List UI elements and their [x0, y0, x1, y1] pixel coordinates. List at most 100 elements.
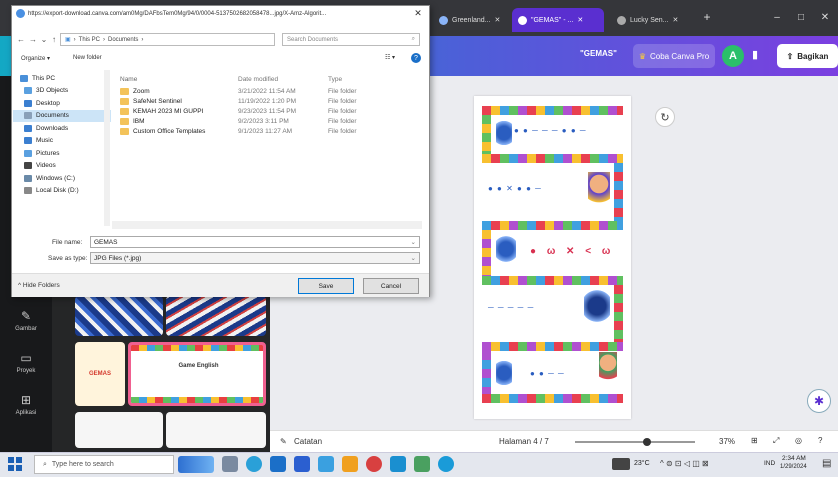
- dialog-close-button[interactable]: ✕: [408, 6, 428, 21]
- tree-scrollbar[interactable]: [104, 70, 110, 226]
- column-header-name[interactable]: Name: [120, 76, 238, 83]
- tree-item-pictures[interactable]: Pictures: [13, 147, 111, 160]
- breadcrumb-this-pc[interactable]: This PC: [79, 37, 100, 43]
- column-header-date[interactable]: Date modified: [238, 76, 328, 83]
- back-arrow-icon[interactable]: ←: [16, 33, 26, 46]
- template-thumbnail[interactable]: [75, 412, 163, 448]
- file-explorer-icon[interactable]: [318, 456, 334, 472]
- avatar[interactable]: A: [722, 45, 744, 67]
- tree-item-music[interactable]: Music: [13, 135, 111, 148]
- template-thumbnail[interactable]: [75, 296, 163, 336]
- search-documents-input[interactable]: Search Documents ⌕: [282, 33, 420, 46]
- template-thumbnail[interactable]: GEMAS: [75, 342, 125, 406]
- language-indicator[interactable]: IND: [764, 460, 775, 467]
- up-arrow-icon[interactable]: ↑: [49, 33, 59, 46]
- tree-item-label: This PC: [32, 74, 56, 82]
- file-row[interactable]: IBM 9/2/2023 3:11 PM File folder: [120, 116, 420, 126]
- tree-item-desktop[interactable]: Desktop: [13, 97, 111, 110]
- maximize-button[interactable]: □: [790, 8, 812, 26]
- document-title[interactable]: "GEMAS": [580, 49, 617, 58]
- breadcrumb-documents[interactable]: Documents: [108, 37, 138, 43]
- cancel-button[interactable]: Cancel: [363, 278, 419, 294]
- forward-arrow-icon[interactable]: →: [28, 33, 38, 46]
- tab-close-icon[interactable]: ✕: [577, 16, 583, 24]
- app-icon[interactable]: [414, 456, 430, 472]
- close-window-button[interactable]: ✕: [814, 8, 836, 26]
- fullscreen-icon[interactable]: ⤢: [773, 436, 779, 446]
- help-circle-icon[interactable]: ?: [818, 436, 822, 445]
- board-column: [482, 230, 491, 276]
- app-icon[interactable]: [342, 456, 358, 472]
- help-icon[interactable]: ?: [411, 53, 421, 63]
- save-button[interactable]: Save: [298, 278, 354, 294]
- file-name-input[interactable]: GEMAS ⌄: [90, 236, 420, 248]
- temperature[interactable]: 23°C: [634, 460, 650, 467]
- tree-item-3d-objects[interactable]: 3D Objects: [13, 85, 111, 98]
- zoom-slider-thumb[interactable]: [643, 438, 651, 446]
- clock-time[interactable]: 2:34 AM: [782, 455, 806, 462]
- weather-widget-icon[interactable]: [178, 456, 214, 473]
- edge-browser-icon[interactable]: [246, 456, 262, 472]
- taskbar-search-placeholder: Type here to search: [51, 461, 114, 468]
- weather-icon[interactable]: [612, 458, 630, 470]
- save-type-select[interactable]: JPG Files (*.jpg) ⌄: [90, 252, 420, 264]
- clock-date[interactable]: 1/29/2024: [780, 464, 807, 470]
- store-icon[interactable]: [270, 456, 286, 472]
- rail-item-projects[interactable]: ▭ Proyek: [0, 342, 52, 382]
- tree-item-local-disk-d[interactable]: Local Disk (D:): [13, 185, 111, 198]
- template-thumbnail[interactable]: [166, 296, 266, 336]
- grid-view-icon[interactable]: ⊞: [751, 436, 758, 445]
- tray-icons[interactable]: ^ ⊜ ⊡ ◁ ◫ ⊠: [660, 459, 709, 468]
- new-tab-button[interactable]: +: [696, 8, 718, 26]
- page-indicator[interactable]: Halaman 4 / 7: [499, 437, 549, 446]
- tab-close-icon[interactable]: ✕: [673, 16, 679, 24]
- tree-item-this-pc[interactable]: This PC: [13, 72, 111, 85]
- notes-icon[interactable]: ✎: [280, 437, 287, 446]
- insights-chart-icon[interactable]: ▮: [752, 48, 766, 62]
- new-folder-button[interactable]: New folder: [73, 55, 102, 61]
- address-bar[interactable]: ▣ › This PC › Documents ›: [60, 33, 275, 46]
- task-view-icon[interactable]: [222, 456, 238, 472]
- settings-icon[interactable]: ◎: [795, 436, 802, 445]
- refresh-icon[interactable]: ↻: [655, 107, 675, 127]
- windows-start-icon[interactable]: [8, 457, 22, 471]
- share-button[interactable]: ⇧ Bagikan: [777, 44, 838, 68]
- hide-folders-toggle[interactable]: ^ Hide Folders: [18, 282, 60, 289]
- browser-tab-gemas[interactable]: "GEMAS" - ... ✕: [512, 8, 604, 32]
- browser-tab-greenland[interactable]: Greenland... ✕: [433, 8, 505, 32]
- file-row[interactable]: SafeNet Sentinel 11/19/2022 1:20 PM File f…: [120, 96, 420, 106]
- file-row[interactable]: Zoom 3/21/2022 11:54 AM File folder: [120, 86, 420, 96]
- template-thumbnail[interactable]: [166, 412, 266, 448]
- rail-item-draw[interactable]: ✎ Gambar: [0, 300, 52, 340]
- column-header-type[interactable]: Type: [328, 76, 388, 83]
- zoom-slider[interactable]: [575, 441, 695, 443]
- notes-button[interactable]: Catatan: [294, 437, 322, 446]
- tree-item-documents[interactable]: Documents: [13, 109, 111, 122]
- taskbar-search[interactable]: ⌕ Type here to search: [34, 455, 174, 474]
- tree-item-videos[interactable]: Videos: [13, 160, 111, 173]
- folder-icon: [120, 107, 129, 115]
- word-app-icon[interactable]: [294, 456, 310, 472]
- rail-item-apps[interactable]: ⊞ Aplikasi: [0, 384, 52, 424]
- chrome-icon[interactable]: [438, 456, 454, 472]
- design-page[interactable]: ● ● ─ ─ ─ ● ● ─ ● ● ✕ ● ● ─ ● ω ✕ < ω ─ …: [474, 96, 631, 419]
- browser-tab-lucky[interactable]: Lucky Sen... ✕: [611, 8, 691, 32]
- app-icon[interactable]: [366, 456, 382, 472]
- magic-help-icon[interactable]: ✱: [807, 389, 831, 413]
- file-row[interactable]: Custom Office Templates 9/1/2023 11:27 AM…: [120, 126, 420, 136]
- tab-close-icon[interactable]: ✕: [495, 16, 501, 24]
- file-list-header: Name Date modified Type: [120, 72, 420, 86]
- notification-icon[interactable]: ▤: [822, 458, 831, 469]
- try-pro-button[interactable]: ♛ Coba Canva Pro: [633, 44, 715, 68]
- file-row[interactable]: KEMAH 2023 MI GUPPI 9/23/2023 11:54 PM Fil…: [120, 106, 420, 116]
- zoom-level[interactable]: 37%: [719, 437, 735, 446]
- view-options-icon[interactable]: ☷ ▾: [385, 54, 395, 61]
- tree-item-downloads[interactable]: Downloads: [13, 122, 111, 135]
- app-icon[interactable]: [390, 456, 406, 472]
- tree-item-windows-c[interactable]: Windows (C:): [13, 172, 111, 185]
- horizontal-scrollbar[interactable]: [112, 221, 422, 229]
- template-thumbnail[interactable]: Game English: [128, 342, 266, 406]
- recent-dropdown-icon[interactable]: ⌄: [39, 33, 49, 46]
- organize-button[interactable]: Organize ▾: [21, 55, 50, 62]
- minimize-button[interactable]: –: [766, 8, 788, 26]
